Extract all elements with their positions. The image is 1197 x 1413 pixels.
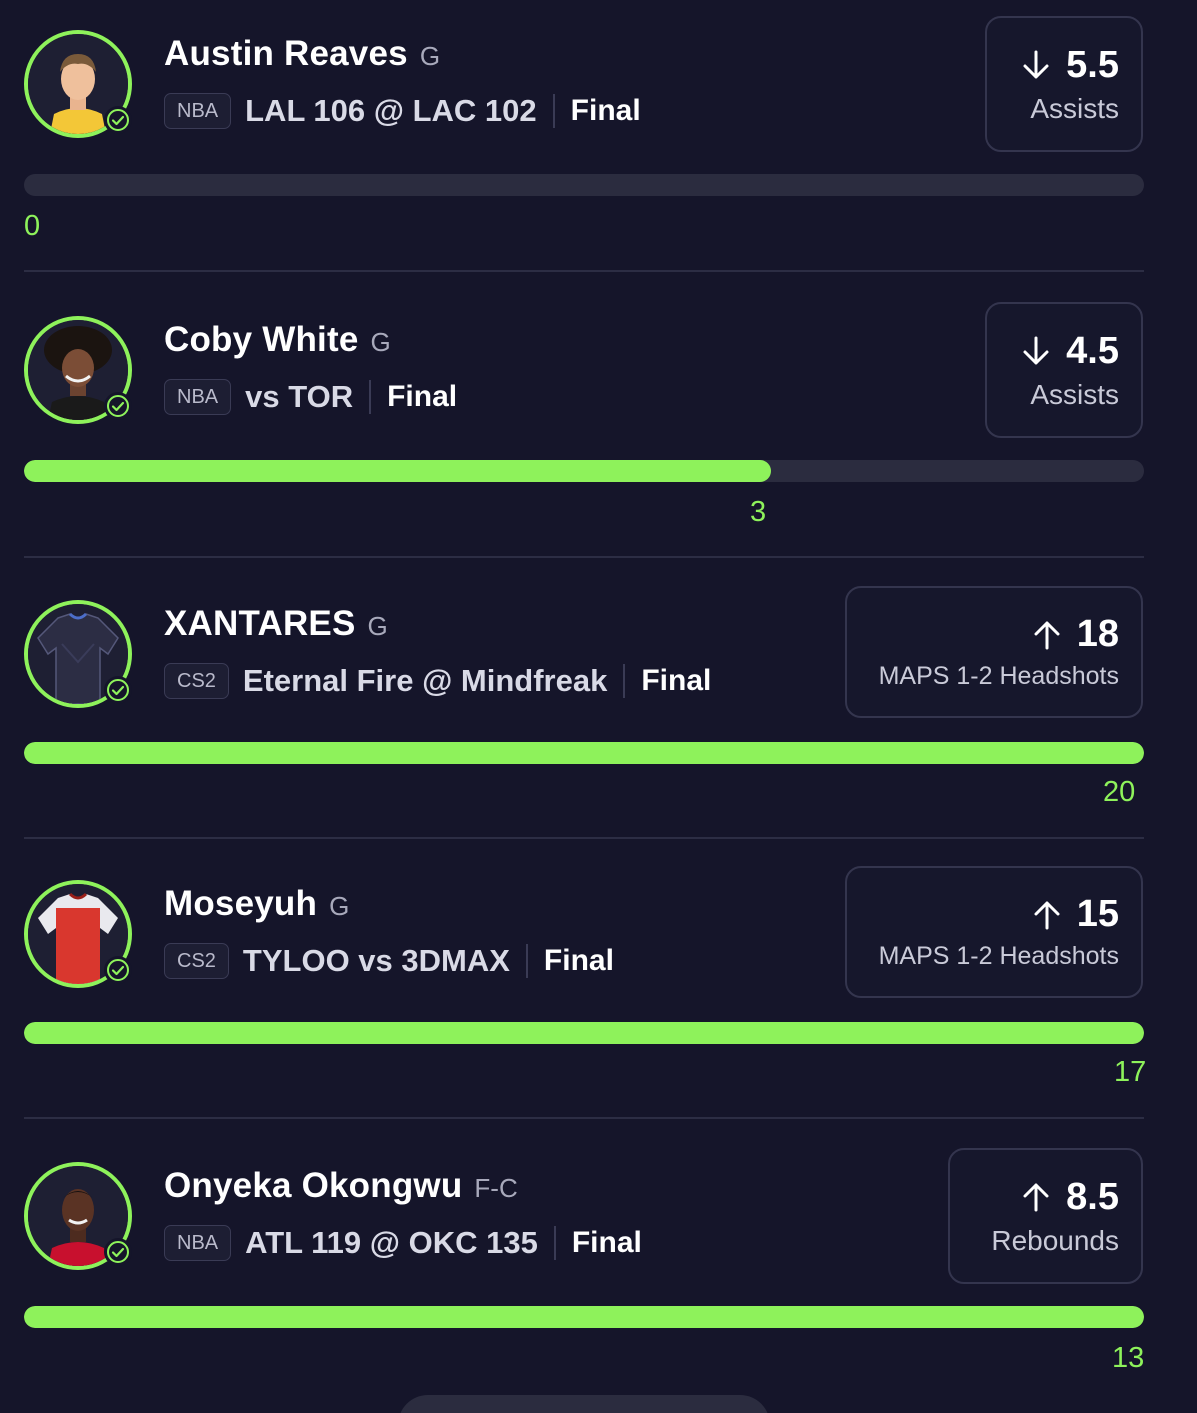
game-info: NBA LAL 106 @ LAC 102 Final: [164, 92, 641, 130]
player-position: G: [329, 891, 350, 921]
player-avatar: [24, 1162, 132, 1270]
player-name: Austin Reaves: [164, 34, 408, 73]
matchup: TYLOO vs 3DMAX: [242, 943, 510, 978]
game-status: Final: [571, 1226, 642, 1259]
progress-bar: [24, 1306, 1144, 1328]
line-value: 8.5: [1066, 1175, 1119, 1218]
name-row: Onyeka Okongwu F-C: [164, 1166, 518, 1206]
arrow-up-icon: [1023, 1183, 1049, 1212]
game-info: NBA vs TOR Final: [164, 378, 457, 416]
league-badge: CS2: [164, 663, 229, 699]
line-value: 15: [1076, 893, 1119, 935]
divider: [24, 1117, 1144, 1119]
game-info: NBA ATL 119 @ OKC 135 Final: [164, 1224, 642, 1262]
game-status: Final: [387, 380, 458, 413]
check-circle-icon: [104, 1238, 132, 1266]
pick-list: Austin Reaves G NBA LAL 106 @ LAC 102 Fi…: [0, 0, 1197, 1413]
progress-bar: [24, 460, 1144, 482]
separator: [552, 94, 555, 128]
stat-type: MAPS 1-2 Headshots: [878, 942, 1119, 970]
name-row: Coby White G: [164, 320, 391, 360]
stat-type: MAPS 1-2 Headshots: [878, 662, 1119, 690]
progress-bar: [24, 174, 1144, 196]
league-badge: NBA: [164, 93, 232, 129]
player-position: F-C: [474, 1173, 518, 1203]
player-name: Onyeka Okongwu: [164, 1166, 463, 1205]
pick-card[interactable]: Moseyuh G CS2 TYLOO vs 3DMAX Final 15 MA…: [0, 850, 1197, 1135]
projection-box[interactable]: 18 MAPS 1-2 Headshots: [845, 586, 1143, 718]
check-circle-icon: [104, 956, 132, 984]
progress-fill: [24, 742, 1144, 764]
actual-value: 13: [1112, 1342, 1145, 1374]
player-name: XANTARES: [164, 604, 356, 643]
pick-card[interactable]: Onyeka Okongwu F-C NBA ATL 119 @ OKC 135…: [0, 1132, 1197, 1413]
progress-bar: [24, 1022, 1144, 1044]
projection-box[interactable]: 5.5 Assists: [985, 16, 1143, 152]
progress-fill: [24, 460, 772, 482]
matchup: Eternal Fire @ Mindfreak: [242, 663, 608, 698]
matchup: vs TOR: [245, 379, 354, 414]
player-avatar: [24, 880, 132, 988]
arrow-down-icon: [1023, 336, 1049, 365]
line-value: 5.5: [1066, 43, 1119, 86]
projection-box[interactable]: 15 MAPS 1-2 Headshots: [845, 866, 1143, 998]
player-name: Moseyuh: [164, 884, 318, 923]
line-value: 4.5: [1066, 329, 1119, 372]
divider: [24, 837, 1144, 839]
game-info: CS2 Eternal Fire @ Mindfreak Final: [164, 662, 711, 700]
matchup: ATL 119 @ OKC 135: [245, 1225, 538, 1260]
check-circle-icon: [104, 392, 132, 420]
separator: [525, 944, 528, 978]
actual-value: 0: [24, 210, 41, 242]
actual-value: 20: [1103, 776, 1136, 808]
league-badge: CS2: [164, 943, 229, 979]
name-row: Moseyuh G: [164, 884, 349, 924]
league-badge: NBA: [164, 379, 232, 415]
projection-box[interactable]: 4.5 Assists: [985, 302, 1143, 438]
separator: [369, 380, 372, 414]
separator: [553, 1226, 556, 1260]
arrow-up-icon: [1034, 621, 1060, 649]
bottom-action-pill[interactable]: [398, 1395, 770, 1413]
progress-fill: [24, 1022, 1144, 1044]
separator: [623, 664, 626, 698]
name-row: XANTARES G: [164, 604, 388, 644]
stat-type: Assists: [1030, 92, 1119, 124]
game-status: Final: [543, 944, 614, 977]
arrow-down-icon: [1023, 50, 1049, 79]
game-info: CS2 TYLOO vs 3DMAX Final: [164, 942, 614, 980]
game-status: Final: [641, 664, 712, 697]
player-avatar: [24, 600, 132, 708]
divider: [24, 270, 1144, 272]
check-circle-icon: [104, 106, 132, 134]
player-position: G: [370, 327, 391, 357]
player-avatar: [24, 316, 132, 424]
matchup: LAL 106 @ LAC 102: [245, 93, 537, 128]
league-badge: NBA: [164, 1225, 232, 1261]
stat-type: Rebounds: [991, 1224, 1119, 1256]
player-name: Coby White: [164, 320, 359, 359]
stat-type: Assists: [1030, 378, 1119, 410]
pick-card[interactable]: Coby White G NBA vs TOR Final 4.5 Assist…: [0, 286, 1197, 571]
actual-value: 3: [750, 496, 767, 528]
divider: [24, 556, 1144, 558]
projection-box[interactable]: 8.5 Rebounds: [948, 1148, 1143, 1284]
player-avatar: [24, 30, 132, 138]
pick-card[interactable]: XANTARES G CS2 Eternal Fire @ Mindfreak …: [0, 570, 1197, 855]
name-row: Austin Reaves G: [164, 34, 440, 74]
progress-bar: [24, 742, 1144, 764]
line-value: 18: [1076, 613, 1119, 655]
pick-card[interactable]: Austin Reaves G NBA LAL 106 @ LAC 102 Fi…: [0, 0, 1197, 285]
arrow-up-icon: [1034, 901, 1060, 929]
player-position: G: [367, 611, 388, 641]
actual-value: 17: [1114, 1056, 1147, 1088]
game-status: Final: [570, 94, 641, 127]
check-circle-icon: [104, 676, 132, 704]
progress-fill: [24, 1306, 1144, 1328]
player-position: G: [419, 41, 441, 71]
